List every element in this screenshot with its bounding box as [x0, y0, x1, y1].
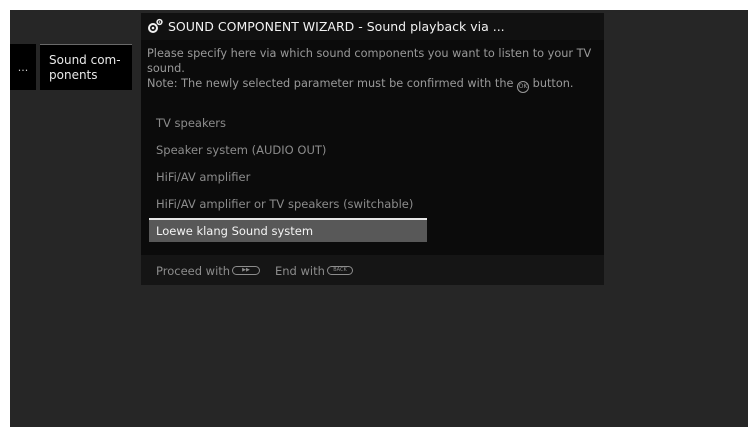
- option-label: Loewe klang Sound system: [156, 224, 314, 238]
- option-label: Speaker system (AUDIO OUT): [156, 143, 327, 157]
- back-key-icon[interactable]: BACK: [327, 266, 353, 275]
- dialog-header: SOUND COMPONENT WIZARD - Sound playback …: [141, 13, 604, 40]
- description-line-2: sound.: [147, 62, 185, 75]
- dialog-title: SOUND COMPONENT WIZARD - Sound playback …: [168, 19, 505, 34]
- note-after-text: button.: [532, 77, 574, 90]
- breadcrumb-ellipsis[interactable]: ...: [10, 44, 36, 90]
- option-tv-speakers[interactable]: TV speakers: [149, 111, 427, 135]
- option-hifi-av-amplifier[interactable]: HiFi/AV amplifier: [149, 165, 427, 189]
- description-line-1: Please specify here via which sound comp…: [147, 47, 592, 60]
- option-label: HiFi/AV amplifier or TV speakers (switch…: [156, 197, 414, 211]
- option-loewe-klang-sound-system[interactable]: Loewe klang Sound system: [149, 218, 427, 242]
- option-hifi-av-or-tv-speakers[interactable]: HiFi/AV amplifier or TV speakers (switch…: [149, 192, 427, 216]
- option-label: HiFi/AV amplifier: [156, 170, 251, 184]
- breadcrumb-ellipsis-text: ...: [17, 60, 29, 74]
- dialog-description: Please specify here via which sound comp…: [147, 46, 599, 93]
- option-speaker-system[interactable]: Speaker system (AUDIO OUT): [149, 138, 427, 162]
- end-label: End with: [275, 264, 325, 278]
- breadcrumb-current-label: Sound com-ponents: [49, 53, 121, 82]
- note-before-text: Note: The newly selected parameter must …: [147, 77, 514, 90]
- option-label: TV speakers: [156, 116, 227, 130]
- sound-component-wizard-dialog: SOUND COMPONENT WIZARD - Sound playback …: [141, 13, 604, 285]
- description-note: Note: The newly selected parameter must …: [147, 76, 599, 93]
- breadcrumb-current[interactable]: Sound com-ponents: [40, 44, 132, 90]
- proceed-label: Proceed with: [156, 264, 231, 278]
- ok-button-icon: OK: [517, 81, 530, 93]
- dialog-footer: Proceed with ▶▶ End with BACK: [141, 255, 604, 285]
- gear-icon: [148, 18, 163, 33]
- fast-forward-key-icon[interactable]: ▶▶: [232, 266, 260, 275]
